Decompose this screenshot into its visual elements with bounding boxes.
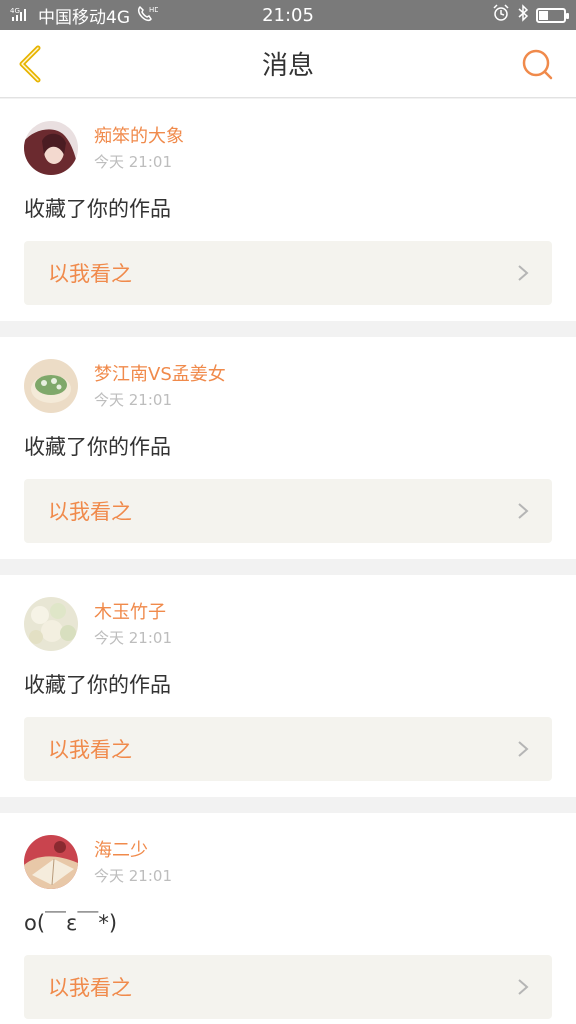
search-icon bbox=[522, 49, 553, 80]
status-time: 21:05 bbox=[262, 4, 314, 26]
message-card: 梦江南VS孟姜女 今天 21:01 收藏了你的作品 以我看之 bbox=[0, 337, 576, 559]
avatar[interactable] bbox=[24, 835, 78, 889]
message-card: 痴笨的大象 今天 21:01 收藏了你的作品 以我看之 bbox=[0, 99, 576, 321]
timestamp: 今天 21:01 bbox=[94, 153, 172, 171]
divider bbox=[0, 321, 576, 337]
message-text: 收藏了你的作品 bbox=[24, 197, 171, 221]
chevron-right-icon bbox=[518, 265, 529, 281]
chevron-right-icon bbox=[518, 503, 529, 519]
battery-icon bbox=[536, 7, 569, 23]
battery-fill bbox=[539, 10, 548, 20]
search-button[interactable] bbox=[520, 47, 554, 81]
avatar[interactable] bbox=[24, 597, 78, 651]
divider bbox=[0, 797, 576, 813]
username[interactable]: 梦江南VS孟姜女 bbox=[94, 363, 226, 387]
chevron-right-icon bbox=[518, 741, 529, 757]
avatar[interactable] bbox=[24, 121, 78, 175]
message-text: o(￣ε￣*) bbox=[24, 911, 118, 935]
page-title: 消息 bbox=[261, 51, 314, 81]
timestamp: 今天 21:01 bbox=[94, 629, 172, 647]
username[interactable]: 海二少 bbox=[94, 839, 172, 863]
avatar[interactable] bbox=[24, 359, 78, 413]
work-link[interactable]: 以我看之 bbox=[24, 241, 552, 305]
username[interactable]: 木玉竹子 bbox=[94, 601, 172, 625]
work-link[interactable]: 以我看之 bbox=[24, 955, 552, 1019]
message-card: 木玉竹子 今天 21:01 收藏了你的作品 以我看之 bbox=[0, 575, 576, 797]
timestamp: 今天 21:01 bbox=[94, 391, 172, 409]
work-link-label: 以我看之 bbox=[48, 738, 132, 762]
chevron-left-icon bbox=[19, 45, 41, 83]
message-text: 收藏了你的作品 bbox=[24, 435, 171, 459]
message-card: 海二少 今天 21:01 o(￣ε￣*) 以我看之 bbox=[0, 813, 576, 1024]
username[interactable]: 痴笨的大象 bbox=[94, 125, 184, 149]
work-link-label: 以我看之 bbox=[48, 262, 132, 286]
work-link-label: 以我看之 bbox=[48, 500, 132, 524]
message-list: 痴笨的大象 今天 21:01 收藏了你的作品 以我看之 梦江南VS孟姜女 今天 … bbox=[0, 99, 576, 1024]
timestamp: 今天 21:01 bbox=[94, 867, 172, 885]
chevron-right-icon bbox=[518, 979, 529, 995]
divider bbox=[0, 559, 576, 575]
message-text: 收藏了你的作品 bbox=[24, 673, 171, 697]
work-link[interactable]: 以我看之 bbox=[24, 479, 552, 543]
work-link-label: 以我看之 bbox=[48, 976, 132, 1000]
status-bar: 4G 中国移动4G HD 21:05 bbox=[0, 0, 576, 30]
work-link[interactable]: 以我看之 bbox=[24, 717, 552, 781]
nav-bar: 消息 bbox=[0, 30, 576, 98]
back-button[interactable] bbox=[16, 44, 46, 84]
